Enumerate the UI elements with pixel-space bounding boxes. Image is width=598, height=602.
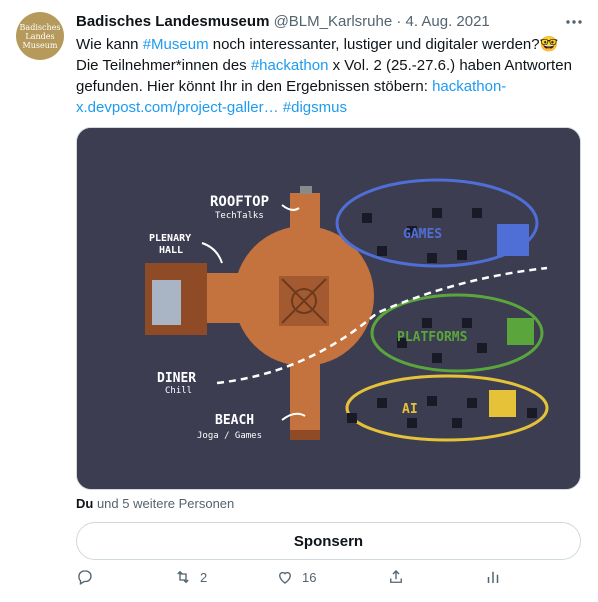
- liked-by-rest: und 5 weitere Personen: [93, 496, 235, 511]
- tweet-image[interactable]: ROOFTOP TechTalks PLENARY HALL GAMES PLA…: [76, 127, 581, 490]
- nerd-emoji: 🤓: [539, 36, 559, 53]
- retweet-button[interactable]: 2: [174, 568, 207, 586]
- map-label-ai: AI: [402, 402, 418, 417]
- map-label-games: GAMES: [403, 227, 442, 242]
- map-label-diner-sub: Chill: [165, 386, 192, 396]
- hashtag-hackathon[interactable]: #hackathon: [251, 57, 329, 74]
- map-label-platforms: PLATFORMS: [397, 330, 468, 345]
- tweet-text: Wie kann #Museum noch interessanter, lus…: [76, 34, 576, 118]
- liked-by-first: Du: [76, 496, 94, 511]
- map-label-beach: BEACH: [215, 413, 254, 428]
- map-label-plenary-2: HALL: [159, 245, 183, 256]
- retweet-count: 2: [200, 569, 208, 585]
- map-label-plenary-1: PLENARY: [149, 233, 191, 244]
- share-icon: [390, 570, 402, 583]
- avatar-text-1: Badisches: [19, 22, 61, 32]
- avatar-text-2: Landes: [25, 31, 55, 41]
- map-label-diner: DINER: [157, 371, 196, 386]
- tweet-text-part: noch interessanter, lustiger und digital…: [208, 36, 540, 53]
- retweet-icon: [177, 570, 189, 584]
- separator: ·: [396, 13, 402, 30]
- author-name[interactable]: Badisches Landesmuseum: [76, 13, 269, 30]
- share-button[interactable]: [387, 568, 405, 586]
- analytics-button[interactable]: [484, 568, 502, 586]
- avatar-text-3: Museum: [22, 40, 58, 50]
- liked-by[interactable]: Du und 5 weitere Personen: [76, 496, 234, 511]
- analytics-icon: [487, 571, 499, 583]
- tweet-text-part: Wie kann: [76, 36, 143, 53]
- more-options-icon[interactable]: [564, 12, 584, 32]
- map-label-rooftop: ROOFTOP: [210, 194, 269, 210]
- map-label-rooftop-sub: TechTalks: [215, 211, 264, 221]
- reply-icon: [78, 570, 92, 585]
- tweet-actions: 2 16: [76, 568, 506, 592]
- heart-icon: [279, 571, 291, 584]
- sponsor-button[interactable]: Sponsern: [76, 522, 581, 560]
- hackathon-map: ROOFTOP TechTalks PLENARY HALL GAMES PLA…: [77, 128, 580, 489]
- like-button[interactable]: 16: [276, 568, 316, 586]
- avatar[interactable]: Badisches Landes Museum: [16, 12, 64, 60]
- tweet-date[interactable]: 4. Aug. 2021: [406, 13, 490, 30]
- like-count: 16: [302, 569, 317, 585]
- hashtag-museum[interactable]: #Museum: [143, 36, 209, 53]
- tweet-text-part: Die Teilnehmer*innen des: [76, 57, 251, 74]
- tweet-header: Badisches Landesmuseum @BLM_Karlsruhe · …: [76, 12, 490, 32]
- map-label-beach-sub: Joga / Games: [197, 431, 262, 441]
- reply-button[interactable]: [76, 568, 94, 586]
- author-handle[interactable]: @BLM_Karlsruhe: [274, 13, 393, 30]
- hashtag-digsmus[interactable]: #digsmus: [283, 99, 347, 116]
